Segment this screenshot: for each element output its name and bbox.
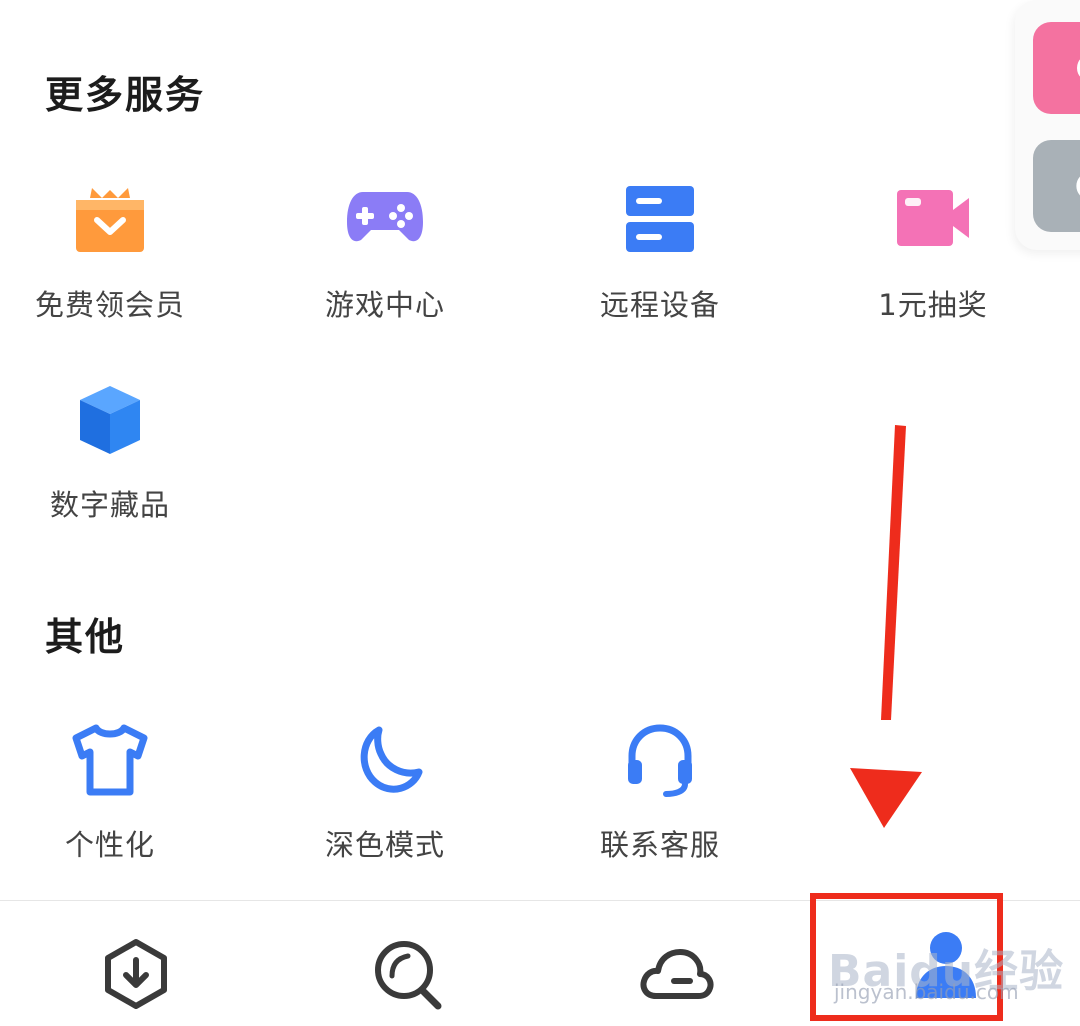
plus-circle-icon [1077,59,1080,77]
section-title-other: 其他 [45,615,126,659]
other-dark-mode[interactable]: 深色模式 [285,720,485,864]
cloud-icon [640,949,714,999]
tab-search[interactable] [370,936,446,1012]
tab-download[interactable] [98,936,174,1012]
floating-action-panel [1015,0,1080,250]
baidu-watermark-url: jingyan.baidu.com [834,980,1019,1004]
service-label: 1元抽奖 [878,288,988,322]
section-title-more-services: 更多服务 [45,73,206,117]
service-label: 远程设备 [599,288,720,322]
add-float-button[interactable] [1033,22,1080,114]
other-personalize[interactable]: 个性化 [10,720,210,864]
moon-icon [345,720,425,800]
cube-icon [70,380,150,460]
other-label: 个性化 [64,828,155,862]
other-label: 深色模式 [324,828,445,862]
service-label: 免费领会员 [34,288,185,322]
service-lottery[interactable]: 1元抽奖 [833,180,1033,324]
tshirt-icon [70,720,150,800]
gamepad-icon [345,180,425,260]
service-label: 数字藏品 [49,488,170,522]
toggle-float-button[interactable] [1033,140,1080,232]
download-icon [105,939,167,1009]
annotation-arrow [850,425,922,828]
power-icon [1076,176,1080,196]
gift-box-icon [70,180,150,260]
service-game-center[interactable]: 游戏中心 [285,180,485,324]
headset-icon [620,720,700,800]
tab-cloud[interactable] [638,936,714,1012]
search-icon [375,941,442,1010]
service-label: 游戏中心 [324,288,445,322]
service-remote-device[interactable]: 远程设备 [560,180,760,324]
other-customer-service[interactable]: 联系客服 [560,720,760,864]
service-free-vip[interactable]: 免费领会员 [10,180,210,324]
server-icon [620,180,700,260]
other-label: 联系客服 [599,828,720,862]
service-digital-collection[interactable]: 数字藏品 [10,380,210,524]
video-camera-icon [893,180,973,260]
